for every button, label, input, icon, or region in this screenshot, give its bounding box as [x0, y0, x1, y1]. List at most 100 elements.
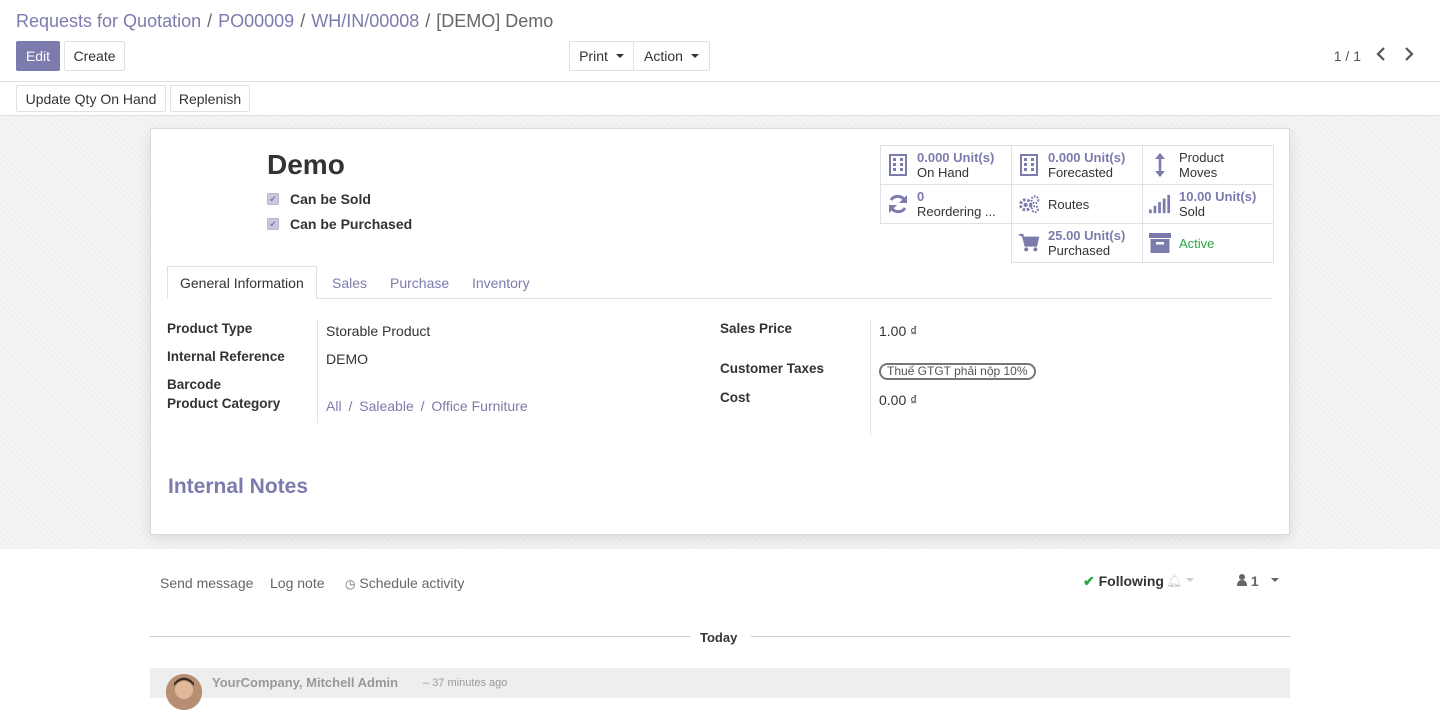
internal-notes-heading: Internal Notes	[168, 475, 309, 498]
action-label: Action	[644, 48, 683, 64]
forecasted-button[interactable]: 0.000 Unit(s) Forecasted	[1011, 145, 1143, 185]
purchased-value: 25.00 Unit(s)	[1048, 228, 1126, 243]
breadcrumb-po[interactable]: PO00009	[218, 11, 294, 31]
product-moves-button[interactable]: Product Moves	[1142, 145, 1274, 185]
forecasted-value: 0.000 Unit(s)	[1048, 150, 1126, 165]
product-category-label: Product Category	[167, 396, 281, 411]
building-icon	[1018, 154, 1040, 176]
tab-purchase[interactable]: Purchase	[390, 266, 449, 299]
purchased-label: Purchased	[1048, 243, 1111, 258]
tab-sales[interactable]: Sales	[332, 266, 367, 299]
archive-icon	[1149, 233, 1171, 253]
product-type-value[interactable]: Storable Product	[326, 323, 430, 339]
pager-value[interactable]: 1 / 1	[1334, 48, 1361, 64]
product-name: Demo	[267, 149, 345, 180]
refresh-icon	[887, 193, 909, 215]
product-category-value[interactable]: All / Saleable / Office Furniture	[326, 398, 528, 414]
sold-button[interactable]: 10.00 Unit(s) Sold	[1142, 184, 1274, 224]
user-icon	[1237, 573, 1251, 589]
tab-inventory[interactable]: Inventory	[472, 266, 530, 299]
edit-button[interactable]: Edit	[16, 41, 60, 71]
building-icon	[887, 154, 909, 176]
clock-icon: ◷	[345, 577, 356, 591]
chevron-left-icon[interactable]	[1371, 45, 1391, 65]
followers-count: 1	[1250, 573, 1259, 589]
sales-price-label: Sales Price	[720, 321, 793, 336]
internal-reference-value[interactable]: DEMO	[326, 351, 368, 367]
check-icon: ✔	[1083, 573, 1095, 589]
cost-value[interactable]: 0.00 ₫	[879, 392, 917, 408]
product-moves-line1: Product	[1179, 150, 1224, 165]
can-be-purchased-label: Can be Purchased	[290, 216, 413, 232]
breadcrumb-picking[interactable]: WH/IN/00008	[311, 11, 419, 31]
on-hand-button[interactable]: 0.000 Unit(s) On Hand	[880, 145, 1012, 185]
schedule-activity-button[interactable]: ◷ Schedule activity	[345, 575, 464, 591]
cogs-icon	[1018, 193, 1040, 215]
customer-taxes-label: Customer Taxes	[720, 361, 825, 376]
status-bar: Update Qty On Hand Replenish	[0, 82, 1440, 116]
caret-down-icon	[690, 54, 699, 58]
category-part-saleable: Saleable	[359, 398, 414, 414]
print-label: Print	[579, 48, 608, 64]
create-button[interactable]: Create	[64, 41, 125, 71]
date-divider	[150, 636, 690, 637]
can-be-purchased-checkbox[interactable]: ✔	[267, 218, 279, 230]
arrows-vertical-icon	[1149, 152, 1171, 178]
log-note-button[interactable]: Log note	[270, 575, 325, 591]
active-toggle-button[interactable]: Active	[1142, 223, 1274, 263]
reordering-value: 0	[917, 189, 925, 204]
replenish-button[interactable]: Replenish	[170, 85, 250, 112]
active-label: Active	[1179, 235, 1215, 251]
reordering-label: Reordering ...	[917, 204, 996, 219]
caret-down-icon[interactable]	[1271, 578, 1279, 582]
message: YourCompany, Mitchell Admin – 37 minutes…	[150, 668, 1290, 710]
product-moves-line2: Moves	[1179, 165, 1218, 180]
control-panel: Requests for Quotation / PO00009/WH/IN/000…	[0, 0, 1440, 82]
can-be-sold-checkbox[interactable]: ✔	[267, 193, 279, 205]
sold-label: Sold	[1179, 204, 1206, 219]
date-divider	[751, 636, 1290, 637]
schedule-activity-label: Schedule activity	[359, 575, 465, 591]
category-part-all: All	[326, 398, 342, 414]
following-button[interactable]: ✔ Following	[1083, 573, 1164, 590]
caret-down-icon[interactable]	[1186, 578, 1194, 582]
form-sheet: Demo ✔ Can be Sold ✔ Can be Purchased 0.…	[150, 128, 1290, 535]
followers-button[interactable]: 1	[1237, 573, 1259, 589]
customer-tax-tag[interactable]: Thuế GTGT phải nộp 10%	[879, 363, 1036, 380]
action-dropdown[interactable]: Action	[633, 41, 710, 71]
can-be-sold-label: Can be Sold	[290, 191, 371, 207]
following-label: Following	[1098, 573, 1164, 589]
message-time-text: 37 minutes ago	[432, 677, 508, 689]
breadcrumb: Requests for Quotation / PO00009/WH/IN/000…	[16, 11, 554, 31]
chatter: Send message Log note ◷ Schedule activit…	[0, 549, 1440, 710]
shopping-cart-icon	[1018, 232, 1040, 254]
avatar[interactable]	[166, 674, 202, 710]
update-qty-button[interactable]: Update Qty On Hand	[16, 85, 166, 112]
caret-down-icon	[615, 54, 624, 58]
routes-button[interactable]: Routes	[1011, 184, 1143, 224]
message-time: – 37 minutes ago	[423, 677, 508, 689]
breadcrumb-rfq[interactable]: Requests for Quotation	[16, 11, 201, 31]
message-author[interactable]: YourCompany, Mitchell Admin	[212, 675, 398, 690]
forecasted-label: Forecasted	[1048, 165, 1114, 180]
chevron-right-icon[interactable]	[1399, 45, 1419, 65]
routes-label: Routes	[1048, 196, 1090, 212]
print-dropdown[interactable]: Print	[569, 41, 634, 71]
purchased-button[interactable]: 25.00 Unit(s) Purchased	[1011, 223, 1143, 263]
sales-price-value[interactable]: 1.00 ₫	[879, 323, 917, 339]
signal-icon	[1149, 194, 1171, 214]
bell-icon[interactable]: 🔔︎	[1166, 573, 1183, 589]
on-hand-label: On Hand	[917, 165, 970, 180]
send-message-button[interactable]: Send message	[160, 575, 253, 591]
sold-value: 10.00 Unit(s)	[1179, 189, 1257, 204]
tab-general-information[interactable]: General Information	[167, 266, 317, 299]
on-hand-value: 0.000 Unit(s)	[917, 150, 995, 165]
reordering-button[interactable]: 0 Reordering ...	[880, 184, 1012, 224]
notebook-tabs: General Information Sales Purchase Inven…	[167, 266, 1273, 299]
edit-label: Edit	[25, 48, 51, 64]
product-type-label: Product Type	[167, 321, 253, 336]
create-label: Create	[73, 48, 116, 64]
category-part-office-furniture: Office Furniture	[431, 398, 528, 414]
cost-label: Cost	[720, 390, 750, 405]
field-divider	[870, 319, 871, 435]
